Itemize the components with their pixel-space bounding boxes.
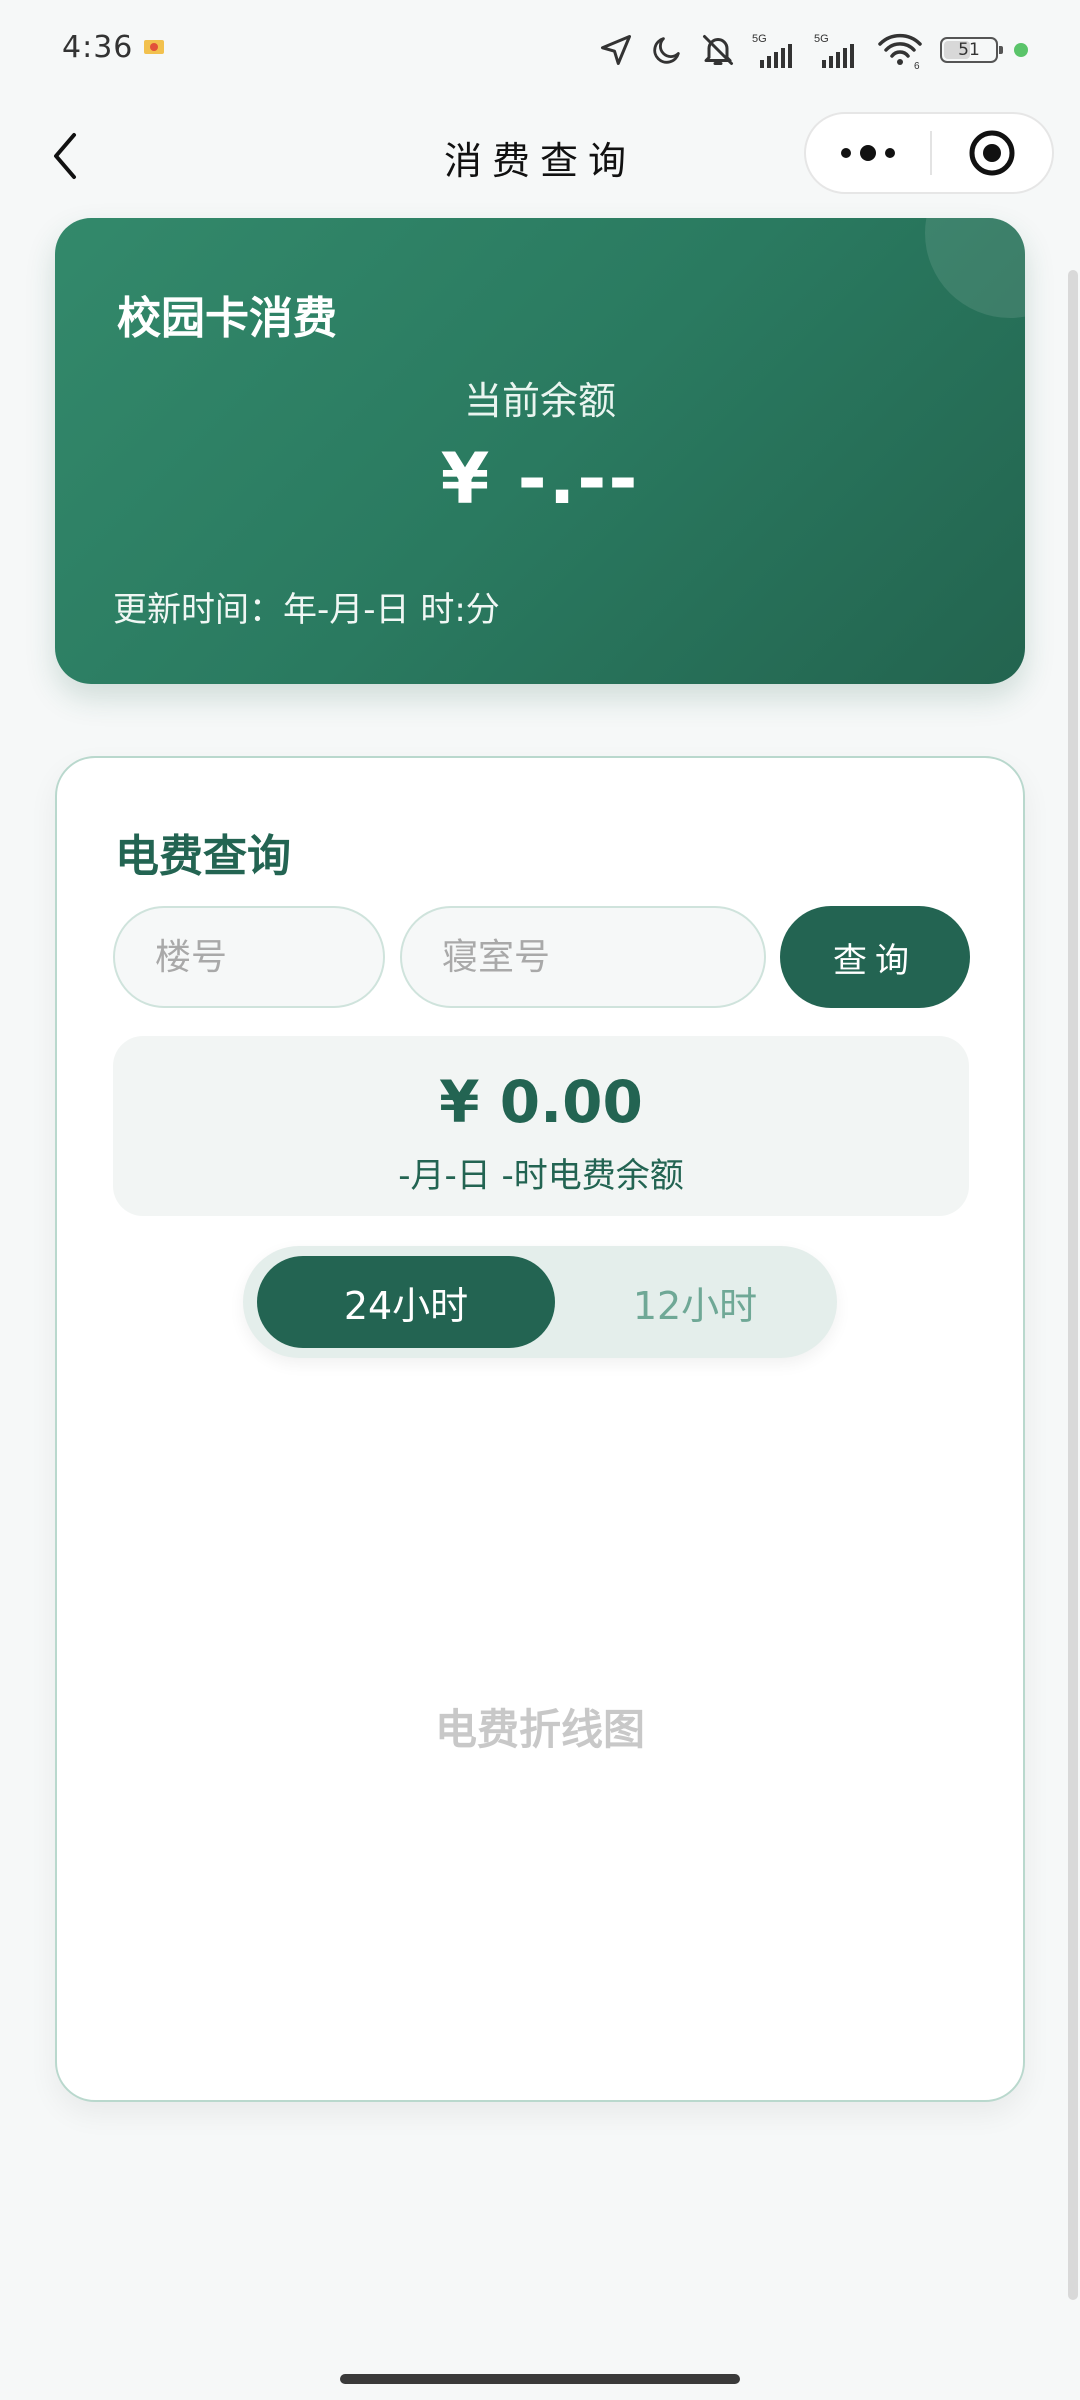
chart-placeholder: 电费折线图 xyxy=(434,1705,645,1754)
campus-card-panel: 校园卡消费 当前余额 ¥ -.-- 更新时间：年-月-日 时:分 xyxy=(55,218,1025,684)
location-icon xyxy=(601,35,631,65)
mini-program-capsule xyxy=(804,112,1054,194)
electricity-balance-label: -月-日 -时电费余额 xyxy=(398,1156,684,1196)
balance-value: ¥ -.-- xyxy=(440,438,640,520)
electricity-balance-value: ¥ 0.00 xyxy=(439,1068,643,1136)
toggle-12h[interactable]: 12小时 xyxy=(569,1256,821,1348)
status-bar: 4:36 5G 5G 6 51 xyxy=(0,0,1080,100)
signal-label: 5G xyxy=(814,33,829,45)
room-input[interactable] xyxy=(400,906,766,1008)
electricity-title: 电费查询 xyxy=(115,831,291,882)
balance-label: 当前余额 xyxy=(463,379,616,423)
scrollbar[interactable] xyxy=(1068,270,1078,2300)
moon-icon xyxy=(653,37,680,64)
signal-label: 5G xyxy=(752,33,767,45)
more-dots-icon xyxy=(841,145,895,161)
signal-icon: 5G xyxy=(814,33,854,68)
battery-level: 51 xyxy=(958,40,980,60)
update-time: 更新时间：年-月-日 时:分 xyxy=(113,590,500,630)
battery-icon: 51 xyxy=(940,37,1003,63)
home-indicator xyxy=(340,2374,740,2384)
mail-icon xyxy=(144,40,164,54)
more-button[interactable] xyxy=(806,114,930,192)
green-dot-icon xyxy=(1014,43,1028,57)
target-close-icon xyxy=(969,130,1015,176)
time-range-toggle: 24小时 12小时 xyxy=(243,1246,837,1358)
query-button[interactable]: 查询 xyxy=(780,906,970,1008)
toggle-24h[interactable]: 24小时 xyxy=(257,1256,555,1348)
status-time: 4:36 xyxy=(62,30,134,65)
signal-icon: 5G xyxy=(752,33,792,68)
building-input[interactable] xyxy=(113,906,385,1008)
close-button[interactable] xyxy=(932,114,1052,192)
nav-bar: 消费查询 xyxy=(0,100,1080,210)
campus-card-title: 校园卡消费 xyxy=(117,293,337,344)
decorative-circle xyxy=(925,218,1025,318)
electricity-card: 电费查询 查询 ¥ 0.00 -月-日 -时电费余额 24小时 12小时 电费折… xyxy=(55,756,1025,2102)
wifi-icon: 6 xyxy=(878,33,922,70)
bell-muted-icon xyxy=(703,35,733,65)
wifi-label: 6 xyxy=(914,61,920,70)
status-icons: 5G 5G 6 51 xyxy=(598,26,1028,74)
electricity-balance-box: ¥ 0.00 -月-日 -时电费余额 xyxy=(113,1036,969,1216)
